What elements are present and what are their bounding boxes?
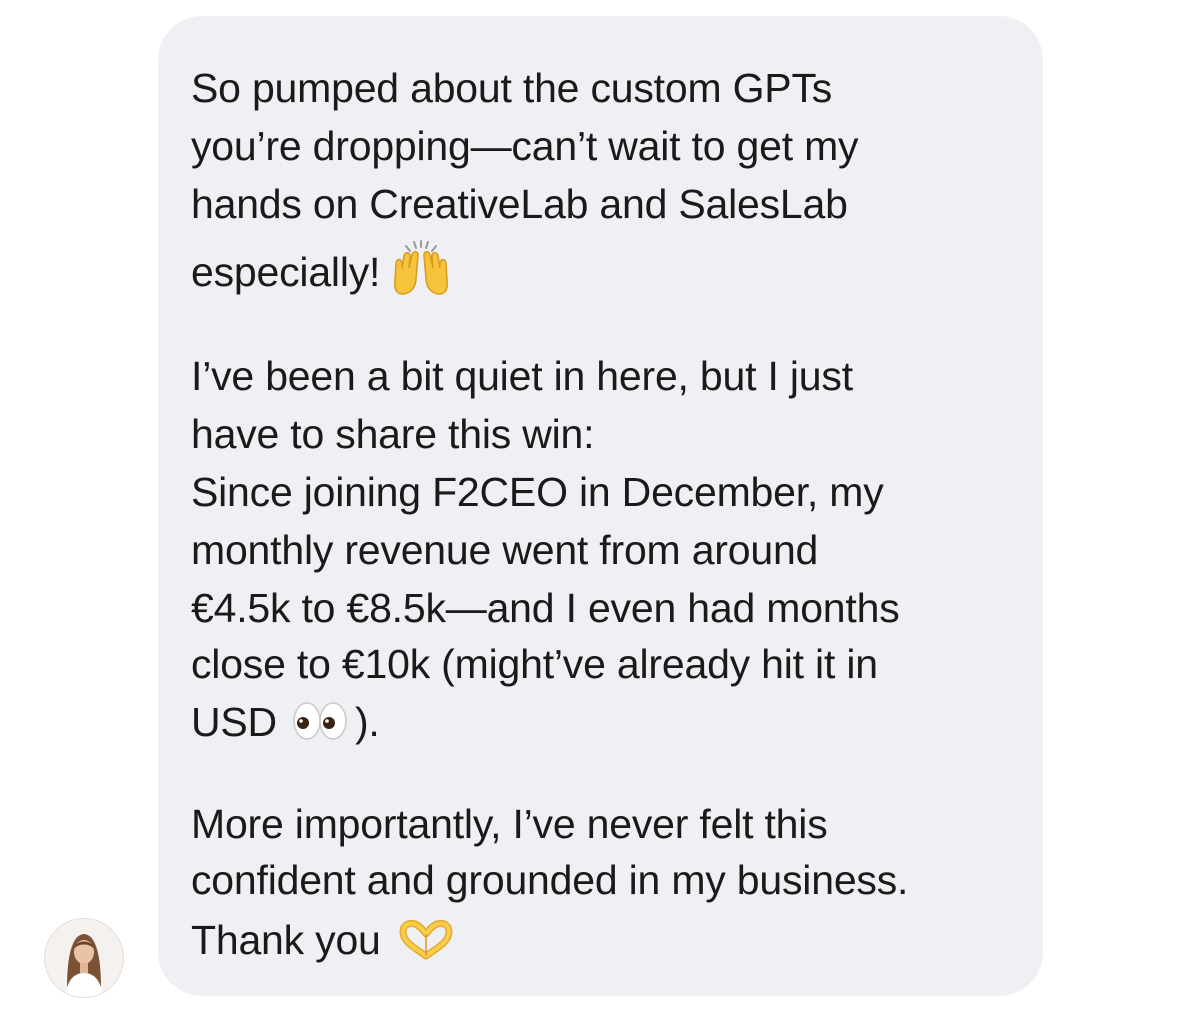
message-line: hands on CreativeLab and SalesLab xyxy=(191,181,848,227)
message-line: €4.5k to €8.5k—and I even had months xyxy=(191,585,900,631)
avatar[interactable] xyxy=(44,918,124,998)
avatar-image xyxy=(45,919,123,997)
chat-screen: So pumped about the custom GPTs you’re d… xyxy=(0,0,1200,1026)
message-line: Since joining F2CEO in December, my xyxy=(191,469,884,515)
message-text: ). xyxy=(354,699,380,745)
eyes-icon xyxy=(291,700,351,742)
message-line: have to share this win: xyxy=(191,411,595,457)
message-line: confident and grounded in my business. xyxy=(191,857,909,903)
message-line-with-emoji: USD ). xyxy=(191,700,380,743)
message-line: More importantly, I’ve never felt this xyxy=(191,801,828,847)
message-line: you’re dropping—can’t wait to get my xyxy=(191,123,859,169)
message-text: Thank you xyxy=(191,917,381,963)
message-line: monthly revenue went from around xyxy=(191,527,819,573)
message-bubble[interactable]: So pumped about the custom GPTs you’re d… xyxy=(158,16,1043,996)
message-text: USD xyxy=(191,699,277,745)
message-text: especially! xyxy=(191,249,381,295)
message-line-with-emoji: especially! xyxy=(191,240,452,296)
heart-hands-icon xyxy=(397,920,455,960)
message-line: close to €10k (might’ve already hit it i… xyxy=(191,641,878,687)
message-line: I’ve been a bit quiet in here, but I jus… xyxy=(191,353,853,399)
message-line: So pumped about the custom GPTs xyxy=(191,65,833,111)
message-line-with-emoji: Thank you xyxy=(191,920,455,961)
raising-hands-icon xyxy=(390,240,452,296)
